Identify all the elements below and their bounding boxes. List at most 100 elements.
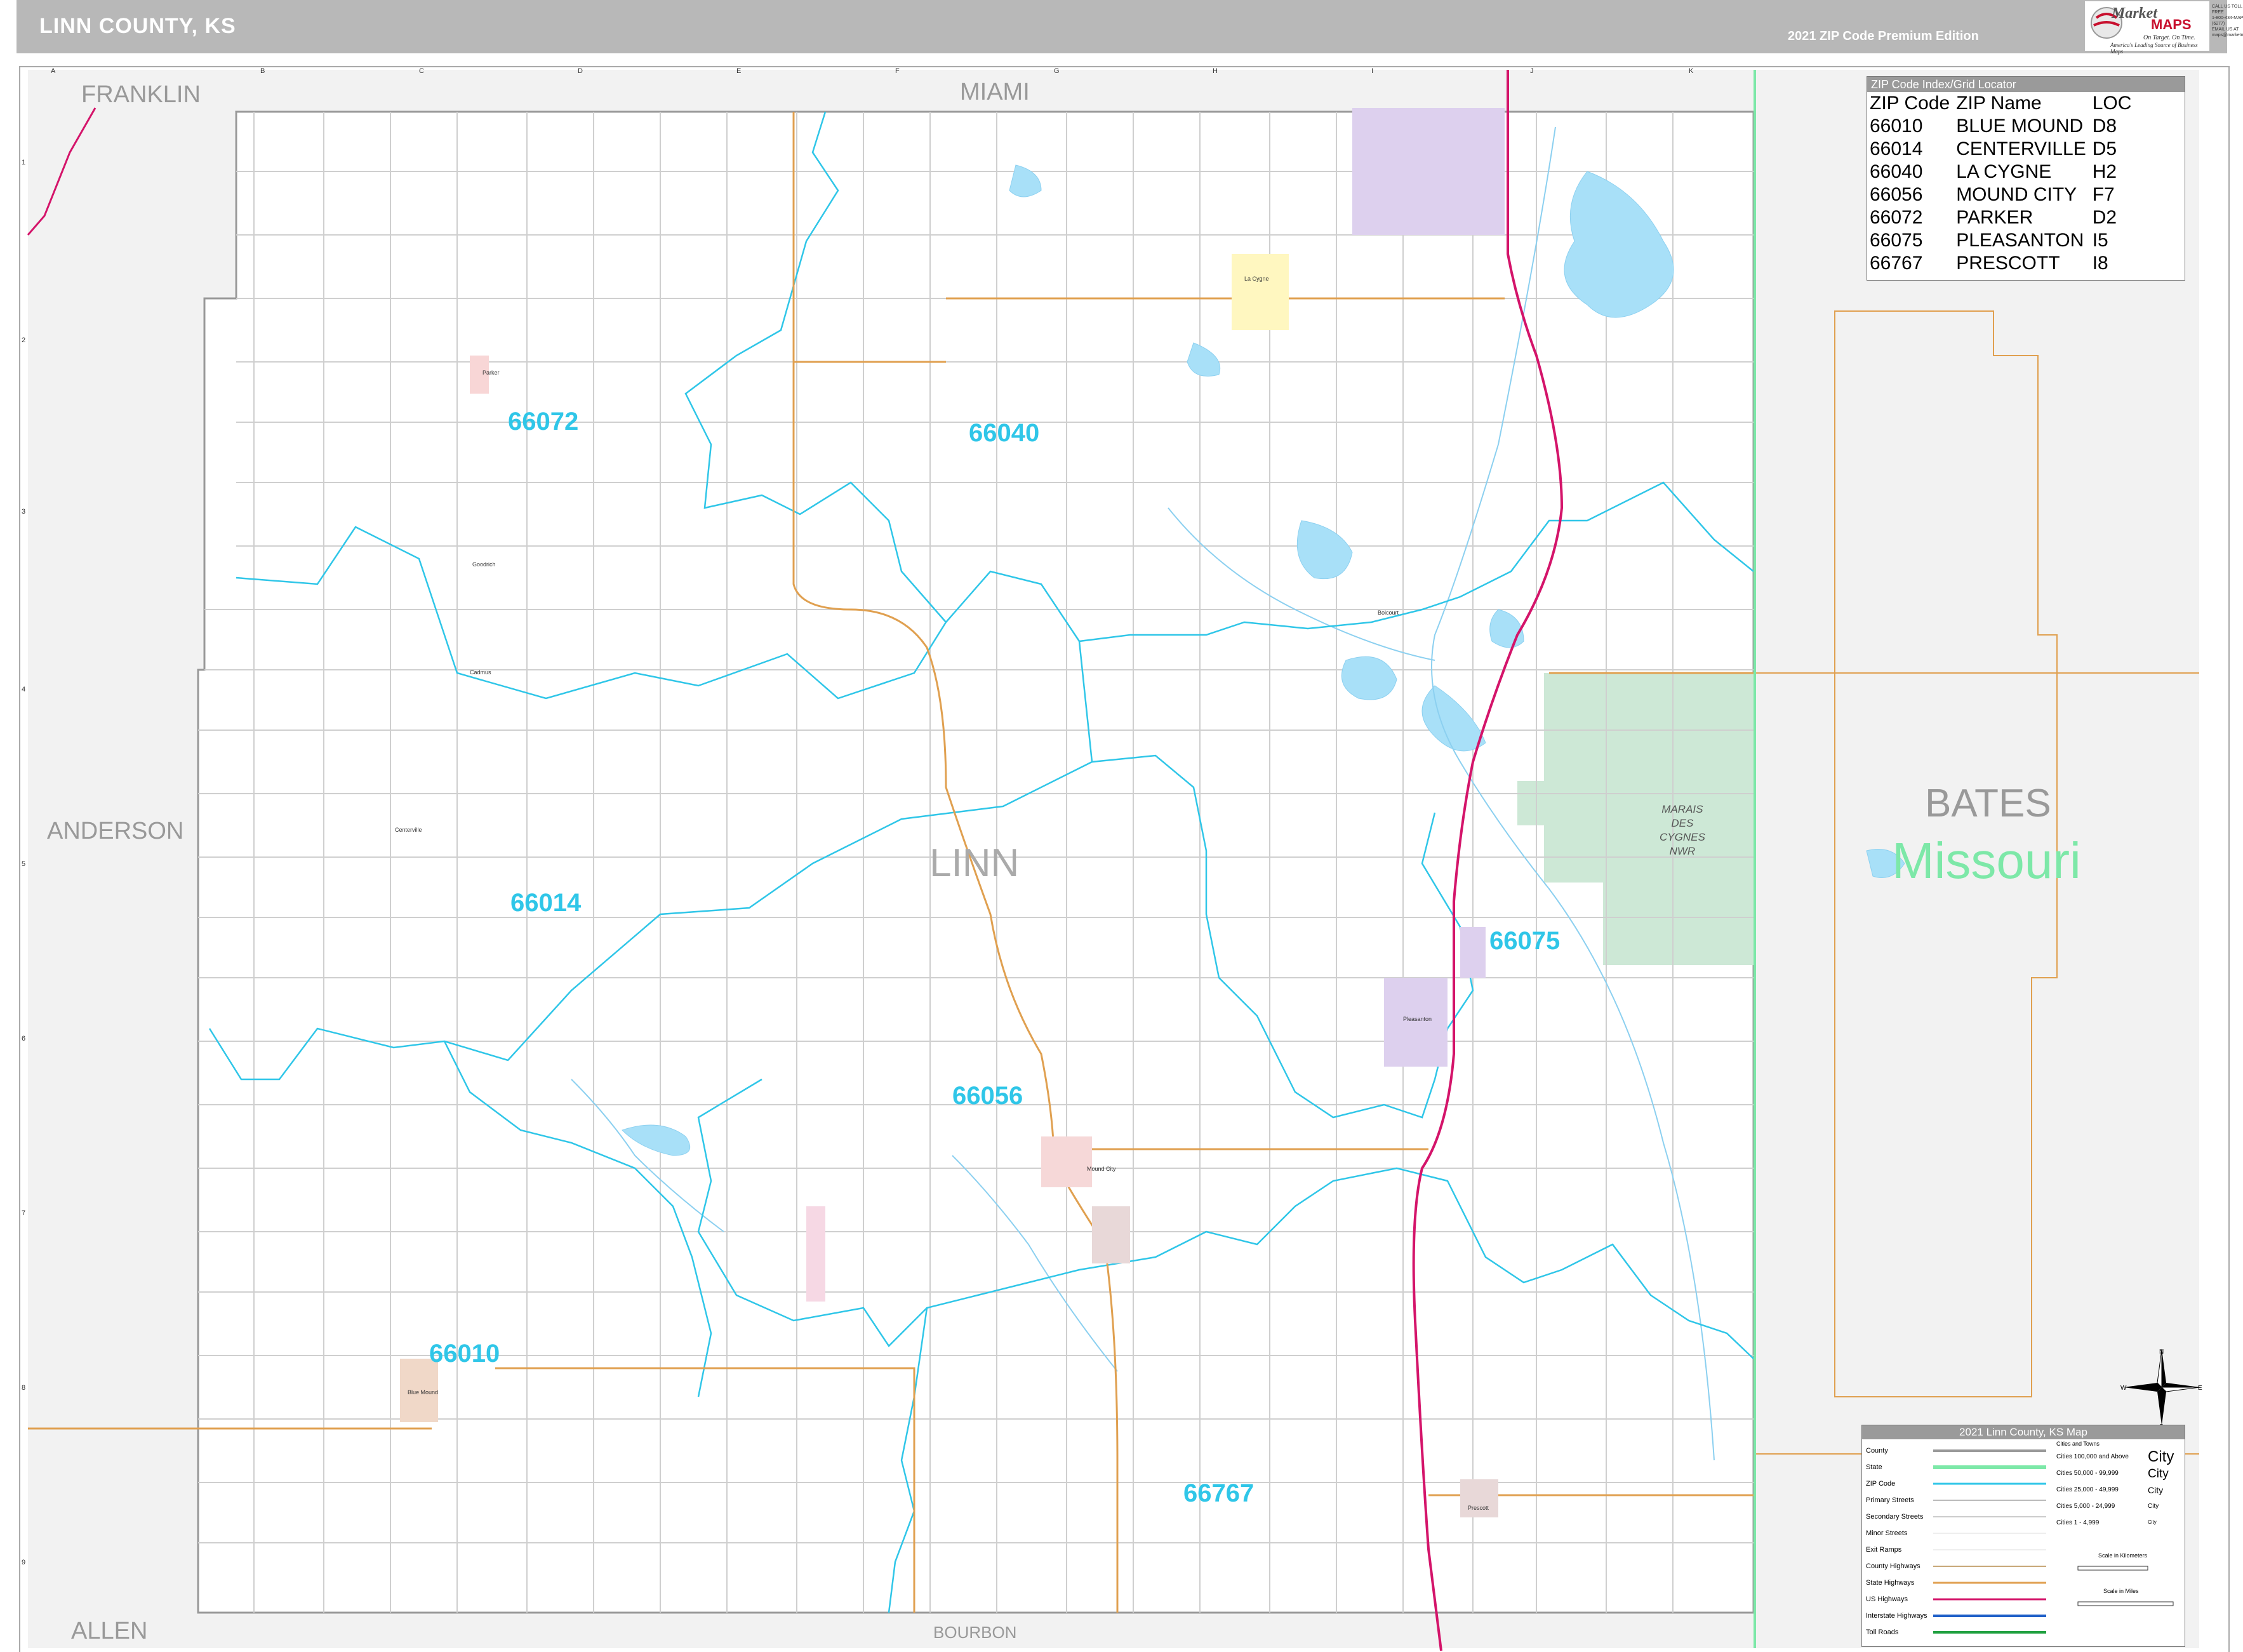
table-cell: 66056 [1870, 184, 1923, 205]
legend-item: State Highways [1866, 1579, 1915, 1587]
grid-number: 2 [22, 336, 26, 344]
compass-rose-icon: N S W E [2120, 1349, 2202, 1429]
refuge-label-line: NWR [1669, 845, 1696, 857]
zip-label-66014: 66014 [510, 889, 582, 917]
table-header: ZIP Code [1870, 93, 1950, 114]
legend-city-class: Cities 50,000 - 99,999 [2056, 1470, 2119, 1477]
grid-letter: E [736, 67, 742, 75]
table-cell: I8 [2092, 253, 2108, 274]
table-cell: D5 [2092, 138, 2117, 159]
place-label: Boicourt [1378, 610, 1399, 616]
table-row: 66040 LA CYGNE H2 [1870, 161, 2138, 183]
table-row: 66075 PLEASANTON I5 [1870, 229, 2138, 252]
grid-letter: B [260, 67, 265, 75]
place-label: Pleasanton [1403, 1016, 1432, 1022]
legend-city-sample: City [2148, 1519, 2157, 1525]
county-label-bates: BATES [1925, 782, 2051, 825]
table-cell: CENTERVILLE [1956, 138, 2086, 159]
table-cell: 66040 [1870, 161, 1923, 182]
legend-item: County Highways [1866, 1562, 1920, 1570]
legend-item: Exit Ramps [1866, 1546, 1902, 1554]
zip-index-title: ZIP Code Index/Grid Locator [1867, 77, 2185, 92]
zip-index-panel: ZIP Code Index/Grid Locator ZIP Code ZIP… [1867, 76, 2185, 281]
table-row: 66010 BLUE MOUND D8 [1870, 115, 2138, 138]
table-cell: D2 [2092, 207, 2117, 228]
table-cell: PLEASANTON [1956, 230, 2084, 251]
legend-item: Interstate Highways [1866, 1612, 1927, 1620]
legend-cities-header: Cities and Towns [2056, 1441, 2100, 1447]
compass-n: N [2159, 1349, 2164, 1356]
grid-number: 3 [22, 508, 26, 516]
table-cell: H2 [2092, 161, 2117, 182]
grid-number: 4 [22, 686, 26, 693]
legend-item: Primary Streets [1866, 1496, 1914, 1504]
table-header: LOC [2092, 93, 2132, 114]
table-cell: LA CYGNE [1956, 161, 2052, 182]
county-label-franklin: FRANKLIN [81, 81, 201, 108]
place-label: Goodrich [472, 561, 496, 568]
legend-item: Toll Roads [1866, 1629, 1899, 1636]
grid-number: 7 [22, 1209, 26, 1217]
grid-number: 6 [22, 1035, 26, 1042]
zip-label-66040: 66040 [969, 419, 1040, 447]
zip-label-66056: 66056 [952, 1082, 1023, 1110]
refuge-label-line: CYGNES [1660, 831, 1705, 843]
grid-letter: F [895, 67, 900, 75]
table-cell: PRESCOTT [1956, 253, 2060, 274]
table-cell: MOUND CITY [1956, 184, 2077, 205]
place-label: Blue Mound [408, 1389, 439, 1396]
legend-item: Minor Streets [1866, 1529, 1908, 1537]
map-legend: 2021 Linn County, KS Map County State ZI… [1861, 1425, 2185, 1647]
legend-item: ZIP Code [1866, 1480, 1896, 1488]
grid-letter: A [51, 67, 56, 75]
county-label-linn: LINN [929, 841, 1020, 885]
table-cell: F7 [2092, 184, 2115, 205]
refuge-label-line: DES [1671, 817, 1694, 829]
refuge-label: MARAIS DES CYGNES NWR [1660, 803, 1705, 858]
county-label-allen: ALLEN [71, 1618, 148, 1644]
zip-label-66075: 66075 [1489, 927, 1561, 955]
zip-label-66072: 66072 [508, 408, 579, 436]
grid-letter: I [1371, 67, 1374, 75]
grid-number: 5 [22, 860, 26, 868]
table-cell: 66767 [1870, 253, 1923, 274]
place-label: Mound City [1087, 1166, 1116, 1172]
scale-km-label: Scale in Kilometers [2098, 1552, 2148, 1559]
grid-number: 9 [22, 1559, 26, 1566]
compass-w: W [2120, 1385, 2127, 1392]
table-row: 66072 PARKER D2 [1870, 206, 2138, 229]
table-header: ZIP Name [1956, 93, 2042, 114]
refuge-label-line: MARAIS [1661, 803, 1703, 815]
table-cell: 66072 [1870, 207, 1923, 228]
county-label-anderson: ANDERSON [47, 818, 184, 844]
grid-number: 1 [22, 159, 26, 166]
state-label-missouri: Missouri [1892, 832, 2081, 889]
table-cell: I5 [2092, 230, 2108, 251]
grid-number: 8 [22, 1384, 26, 1392]
place-label: Cadmus [470, 669, 491, 676]
table-row: 66767 PRESCOTT I8 [1870, 252, 2138, 275]
legend-city-class: Cities 25,000 - 49,999 [2056, 1486, 2119, 1493]
table-cell: 66014 [1870, 138, 1923, 159]
place-label: Prescott [1468, 1505, 1489, 1511]
table-cell: BLUE MOUND [1956, 116, 2084, 137]
table-row: 66056 MOUND CITY F7 [1870, 183, 2138, 206]
grid-letter: D [578, 67, 583, 75]
table-cell: PARKER [1956, 207, 2033, 228]
legend-city-sample: City [2148, 1485, 2164, 1495]
legend-city-sample: City [2148, 1503, 2159, 1510]
zip-label-66010: 66010 [429, 1340, 500, 1368]
place-label: Centerville [395, 827, 422, 833]
county-label-miami: MIAMI [960, 79, 1030, 105]
compass-e: E [2198, 1385, 2202, 1392]
county-label-bourbon: BOURBON [933, 1623, 1017, 1642]
grid-letter: G [1054, 67, 1060, 75]
grid-letter: C [419, 67, 424, 75]
zip-index-table: ZIP Code ZIP Name LOC 66010 BLUE MOUND D8 … [1870, 92, 2138, 275]
legend-item: Secondary Streets [1866, 1513, 1924, 1521]
table-cell: 66075 [1870, 230, 1923, 251]
legend-title: 2021 Linn County, KS Map [1862, 1425, 2185, 1439]
grid-letter: J [1530, 67, 1534, 75]
legend-item: US Highways [1866, 1595, 1908, 1603]
grid-letter: H [1213, 67, 1218, 75]
